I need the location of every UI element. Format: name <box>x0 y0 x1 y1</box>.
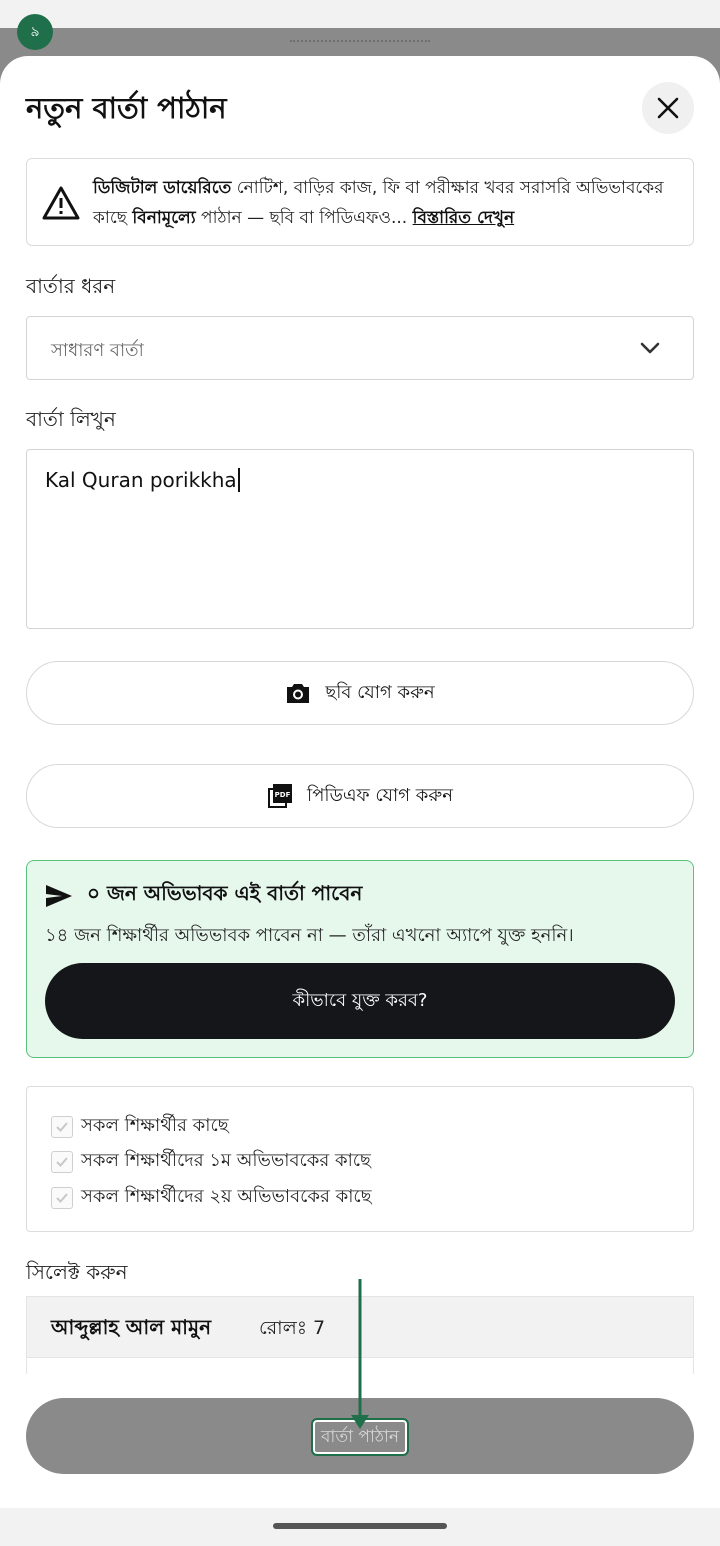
chevron-down-icon <box>640 342 660 354</box>
student-name: আব্দুল্লাহ আল মামুন <box>51 1315 212 1339</box>
text-caret <box>237 468 240 492</box>
message-type-label: বার্তার ধরন <box>26 274 116 298</box>
notice-text: ডিজিটাল ডায়েরিতে নোটিশ, বাড়ির কাজ, ফি … <box>93 173 687 233</box>
message-label: বার্তা লিখুন <box>26 407 116 431</box>
student-roll: রোলঃ 7 <box>259 1317 326 1339</box>
check-icon <box>56 1192 68 1203</box>
new-message-sheet: নতুন বার্তা পাঠান ডিজিটাল ডায়েরিতে নোটি… <box>0 56 720 1508</box>
warning-icon <box>42 186 80 220</box>
see-details-link[interactable]: বিস্তারিত দেখুন <box>413 208 515 228</box>
info-title: ০ জন অভিভাবক এই বার্তা পাবেন <box>87 881 363 905</box>
message-type-value: সাধারণ বার্তা <box>51 340 144 361</box>
checkbox[interactable] <box>51 1186 73 1209</box>
pdf-icon: PDF <box>268 784 293 808</box>
step-badge: ৯ <box>17 14 53 50</box>
background-app-title <box>290 40 430 54</box>
add-photo-button[interactable]: ছবি যোগ করুন <box>26 661 694 725</box>
how-to-join-button[interactable]: কীভাবে যুক্ত করব? <box>45 963 675 1039</box>
navigation-bar <box>0 1508 720 1546</box>
notice-text-2: পাঠান — ছবি বা পিডিএফও... <box>195 208 413 228</box>
status-bar <box>0 0 720 28</box>
checkbox[interactable] <box>51 1150 73 1173</box>
recipient-option-label: সকল শিক্ষার্থীর কাছে <box>81 1115 229 1136</box>
recipient-option-all-students[interactable]: সকল শিক্ষার্থীর কাছে <box>51 1111 229 1142</box>
notice-bold-lead: ডিজিটাল ডায়েরিতে <box>93 178 232 198</box>
add-pdf-label: পিডিএফ যোগ করুন <box>307 784 453 806</box>
recipient-info-card: ০ জন অভিভাবক এই বার্তা পাবেন ১৪ জন শিক্ষ… <box>26 860 694 1058</box>
close-icon <box>657 97 679 119</box>
message-text: Kal Quran porikkha <box>45 468 240 492</box>
home-indicator[interactable] <box>273 1523 447 1529</box>
message-type-select[interactable]: সাধারণ বার্তা <box>26 316 694 380</box>
check-icon <box>56 1156 68 1167</box>
camera-icon <box>287 684 310 703</box>
message-textarea[interactable]: Kal Quran porikkha <box>26 449 694 629</box>
add-pdf-button[interactable]: PDF পিডিএফ যোগ করুন <box>26 764 694 828</box>
add-photo-label: ছবি যোগ করুন <box>325 681 435 703</box>
check-icon <box>56 1121 68 1132</box>
message-value: Kal Quran porikkha <box>45 468 237 492</box>
tap-hint-arrow <box>351 1279 369 1429</box>
recipient-option-second-guardian[interactable]: সকল শিক্ষার্থীদের ২য় অভিভাবকের কাছে <box>51 1182 372 1213</box>
recipient-options: সকল শিক্ষার্থীর কাছে সকল শিক্ষার্থীদের ১… <box>26 1086 694 1232</box>
svg-text:PDF: PDF <box>275 791 291 799</box>
close-button[interactable] <box>642 82 694 134</box>
recipient-option-label: সকল শিক্ষার্থীদের ১ম অভিভাবকের কাছে <box>81 1150 371 1171</box>
notice-bold-mid: বিনামূল্যে <box>132 208 196 228</box>
send-icon <box>46 884 72 907</box>
digital-diary-notice: ডিজিটাল ডায়েরিতে নোটিশ, বাড়ির কাজ, ফি … <box>26 158 694 246</box>
select-label: সিলেক্ট করুন <box>26 1260 128 1284</box>
info-header: ০ জন অভিভাবক এই বার্তা পাবেন <box>45 879 362 912</box>
checkbox[interactable] <box>51 1115 73 1138</box>
sheet-title: নতুন বার্তা পাঠান <box>26 91 227 125</box>
recipient-option-label: সকল শিক্ষার্থীদের ২য় অভিভাবকের কাছে <box>81 1186 372 1207</box>
info-subtitle: ১৪ জন শিক্ষার্থীর অভিভাবক পাবেন না — তাঁ… <box>45 925 574 946</box>
recipient-option-first-guardian[interactable]: সকল শিক্ষার্থীদের ১ম অভিভাবকের কাছে <box>51 1146 371 1177</box>
